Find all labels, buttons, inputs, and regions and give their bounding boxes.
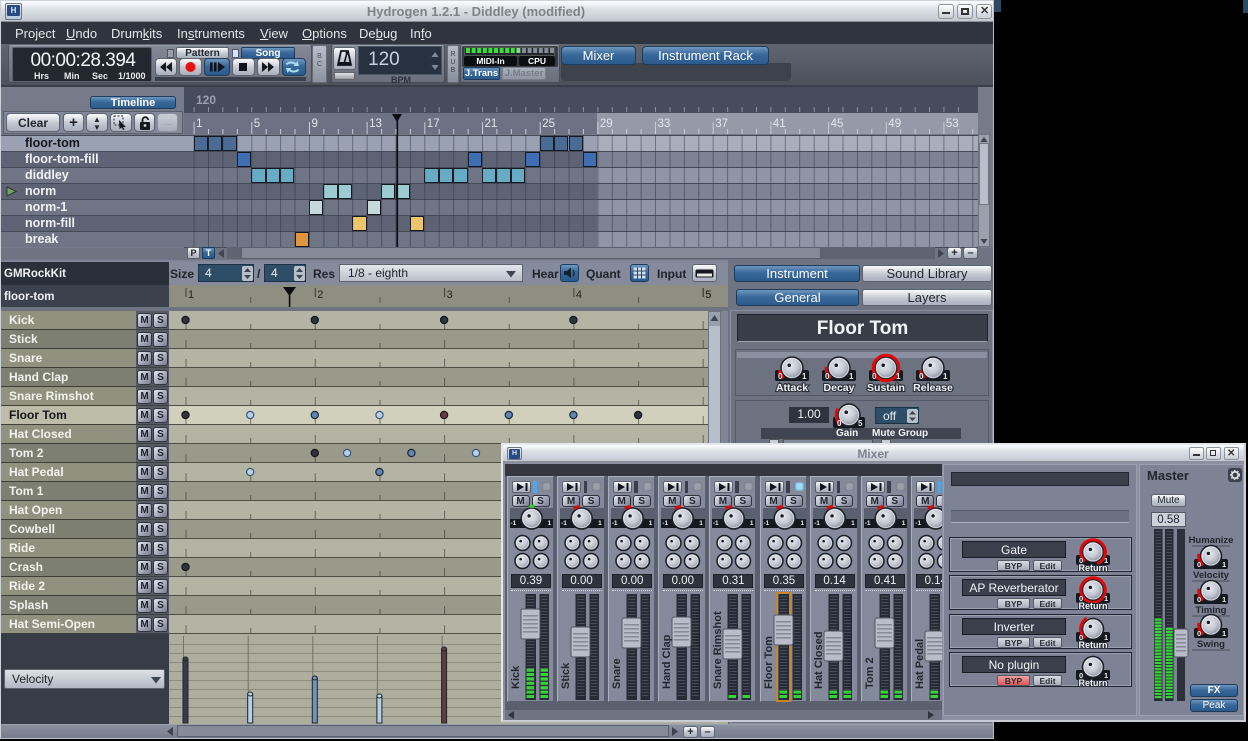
svg-text:0: 0: [837, 419, 842, 428]
svg-text:Velocity: Velocity: [1193, 570, 1230, 581]
svg-text:5: 5: [858, 419, 863, 428]
svg-text:1: 1: [1222, 629, 1226, 638]
svg-text:0: 0: [1197, 595, 1201, 604]
svg-text:Swing: Swing: [1197, 639, 1225, 650]
svg-text:0: 0: [1197, 560, 1201, 569]
svg-text:Return: Return: [1079, 601, 1108, 611]
svg-text:Return: Return: [1079, 678, 1108, 688]
svg-text:0: 0: [1197, 629, 1201, 638]
svg-text:1: 1: [1222, 595, 1226, 604]
svg-text:1: 1: [1222, 560, 1226, 569]
svg-text:Humanize: Humanize: [1189, 535, 1234, 546]
svg-text:Return: Return: [1079, 640, 1108, 650]
svg-text:Return: Return: [1079, 563, 1108, 573]
